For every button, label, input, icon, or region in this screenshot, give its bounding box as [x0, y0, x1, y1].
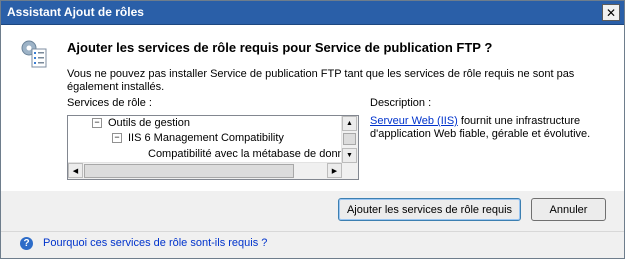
collapse-icon[interactable]: −: [92, 118, 102, 128]
dialog-message: Vous ne pouvez pas installer Service de …: [67, 68, 575, 93]
services-label: Services de rôle :: [67, 97, 152, 109]
tree-item-label: Compatibilité avec la métabase de donné: [148, 148, 342, 160]
scrollbar-corner: [342, 163, 358, 179]
close-button[interactable]: ✕: [602, 4, 620, 21]
title-bar[interactable]: Assistant Ajout de rôles ✕: [1, 1, 624, 25]
close-icon: ✕: [605, 5, 617, 20]
footer-separator: [1, 231, 624, 232]
horizontal-scrollbar[interactable]: ◀ ▶: [68, 162, 342, 179]
add-roles-dialog: Assistant Ajout de rôles ✕ Ajouter les s…: [0, 0, 625, 259]
scroll-up-icon[interactable]: ▲: [342, 116, 357, 131]
dialog-content: Ajouter les services de rôle requis pour…: [1, 25, 624, 191]
add-required-services-button[interactable]: Ajouter les services de rôle requis: [338, 198, 521, 221]
tree-item-label: Outils de gestion: [108, 117, 190, 129]
vertical-scrollbar[interactable]: ▲ ▼: [341, 116, 358, 163]
help-icon: ?: [20, 237, 33, 250]
tree-viewport: − Outils de gestion − IIS 6 Management Com…: [68, 116, 342, 163]
role-services-tree[interactable]: − Outils de gestion − IIS 6 Management Com…: [67, 115, 359, 180]
scroll-right-icon[interactable]: ▶: [327, 163, 342, 178]
why-required-link[interactable]: Pourquoi ces services de rôle sont-ils r…: [43, 237, 267, 249]
collapse-icon[interactable]: −: [112, 133, 122, 143]
dialog-heading: Ajouter les services de rôle requis pour…: [67, 40, 493, 55]
cancel-button[interactable]: Annuler: [531, 198, 606, 221]
description-text: Serveur Web (IIS) fournit une infrastruc…: [370, 115, 600, 141]
scroll-left-icon[interactable]: ◀: [68, 163, 83, 178]
tree-item-metabase-compat[interactable]: Compatibilité avec la métabase de donné: [148, 147, 342, 162]
tree-item-label: IIS 6 Management Compatibility: [128, 132, 284, 144]
tree-item-iis6-compat[interactable]: − IIS 6 Management Compatibility: [112, 131, 284, 146]
scroll-down-icon[interactable]: ▼: [342, 148, 357, 163]
tree-item-outils-de-gestion[interactable]: − Outils de gestion: [92, 116, 190, 131]
window-title: Assistant Ajout de rôles: [7, 5, 144, 19]
vertical-scroll-thumb[interactable]: [343, 133, 356, 145]
description-label: Description :: [370, 97, 432, 109]
horizontal-scroll-thumb[interactable]: [84, 164, 294, 178]
iis-link[interactable]: Serveur Web (IIS): [370, 115, 458, 127]
add-roles-wizard-icon: [21, 40, 47, 68]
